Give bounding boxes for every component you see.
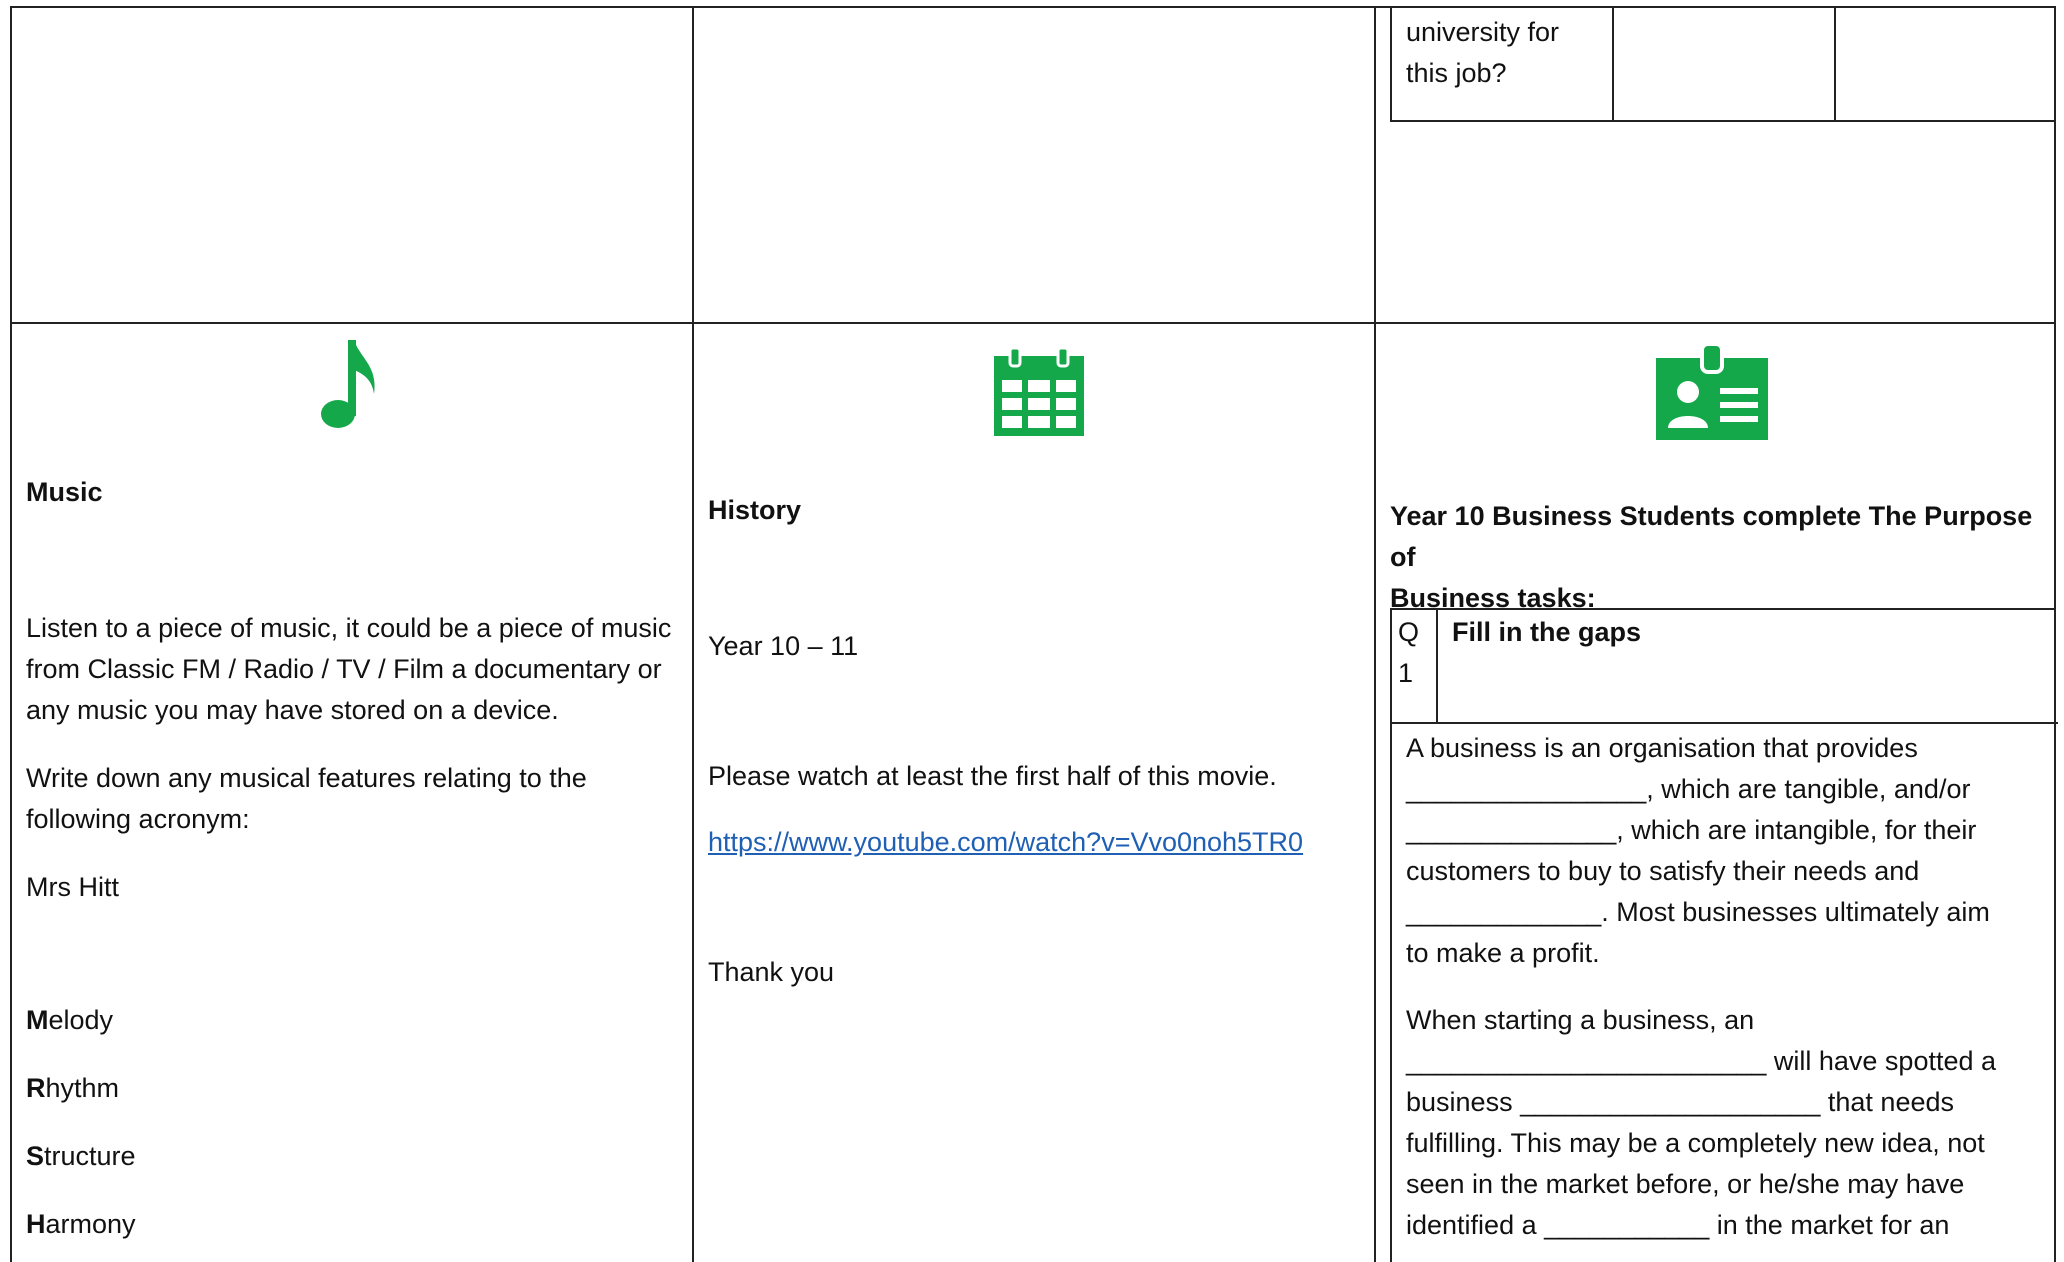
acronym-letter: H — [26, 1209, 46, 1239]
task-title: Fill in the gaps — [1452, 617, 1642, 647]
calendar-icon — [994, 346, 1084, 436]
careers-question-cell: university for this job? — [1392, 8, 1614, 120]
acronym-word: tructure — [44, 1141, 136, 1171]
business-heading-line: Year 10 Business Students complete The P… — [1390, 501, 2033, 572]
music-title: Music — [26, 477, 103, 507]
music-cell: Music Listen to a piece of music, it cou… — [12, 324, 694, 1262]
acronym-letter: R — [26, 1073, 46, 1103]
music-instruction-line: from Classic FM / Radio / TV / Film a do… — [26, 654, 662, 684]
careers-answer-cell[interactable] — [1836, 8, 2056, 120]
document-page: university for this job? Music Listen to… — [0, 0, 2064, 1262]
top-left-cell — [12, 8, 694, 324]
acronym-item: Rhythm — [26, 1068, 676, 1109]
careers-answer-cell[interactable] — [1614, 8, 1836, 120]
music-instruction-line: following acronym: — [26, 804, 250, 834]
fill-gaps-line: _____________. Most businesses ultimatel… — [1406, 897, 1990, 927]
history-instruction: Please watch at least the first half of … — [708, 761, 1277, 791]
fill-gaps-line: ________________________ will have spott… — [1406, 1046, 1997, 1076]
careers-inner-table: university for this job? — [1390, 8, 2056, 122]
music-instructions: Listen to a piece of music, it could be … — [26, 608, 676, 908]
fill-gaps-paragraph: A business is an organisation that provi… — [1406, 728, 2044, 974]
acronym-letter: S — [26, 1141, 45, 1171]
music-instruction-line: Listen to a piece of music, it could be … — [26, 613, 672, 643]
careers-question-line: this job? — [1406, 58, 1507, 88]
business-task-table: Q 1 Fill in the gaps A business is an or… — [1390, 608, 2058, 1262]
fill-gaps-text[interactable]: A business is an organisation that provi… — [1392, 724, 2058, 1250]
activity-table: university for this job? Music Listen to… — [10, 6, 2058, 1262]
history-thanks: Thank you — [708, 957, 835, 987]
music-acronym-list: Melody Rhythm Structure Harmony — [26, 1000, 676, 1262]
acronym-word: hythm — [45, 1073, 120, 1103]
question-number-cell: Q 1 — [1392, 610, 1438, 724]
music-teacher-name: Mrs Hitt — [26, 872, 119, 902]
acronym-word: armony — [45, 1209, 136, 1239]
business-heading: Year 10 Business Students complete The P… — [1390, 496, 2050, 619]
id-badge-icon — [1656, 344, 1768, 440]
history-cell: History Year 10 – 11 Please watch at lea… — [694, 324, 1376, 1262]
fill-gaps-line: A business is an organisation that provi… — [1406, 733, 1918, 763]
top-right-cell: university for this job? — [1376, 8, 2056, 324]
business-cell: Year 10 Business Students complete The P… — [1376, 324, 2058, 1262]
acronym-letter: M — [26, 1005, 49, 1035]
top-middle-cell — [694, 8, 1376, 324]
history-video-link[interactable]: https://www.youtube.com/watch?v=Vvo0noh5… — [708, 822, 1358, 863]
acronym-word: elody — [48, 1005, 114, 1035]
fill-gaps-paragraph: When starting a business, an ___________… — [1406, 1000, 2044, 1246]
fill-gaps-line: fulfilling. This may be a completely new… — [1406, 1128, 1985, 1158]
music-instruction-line: Write down any musical features relating… — [26, 763, 587, 793]
fill-gaps-line: ______________, which are intangible, fo… — [1406, 815, 1977, 845]
music-instruction-line: any music you may have stored on a devic… — [26, 695, 559, 725]
fill-gaps-line: When starting a business, an — [1406, 1005, 1755, 1035]
fill-gaps-line: customers to buy to satisfy their needs … — [1406, 856, 1920, 886]
acronym-item: Harmony — [26, 1204, 676, 1245]
fill-gaps-line: to make a profit. — [1406, 938, 1600, 968]
question-number: Q — [1398, 617, 1420, 647]
task-title-cell: Fill in the gaps — [1438, 610, 2058, 724]
fill-gaps-line: business ____________________ that needs — [1406, 1087, 1954, 1117]
history-title: History — [708, 495, 802, 525]
question-number: 1 — [1398, 658, 1414, 688]
history-year: Year 10 – 11 — [708, 631, 859, 661]
acronym-item: Structure — [26, 1136, 676, 1177]
fill-gaps-line: seen in the market before, or he/she may… — [1406, 1169, 1965, 1199]
fill-gaps-line: identified a ___________ in the market f… — [1406, 1210, 1950, 1240]
careers-question-line: university for — [1406, 17, 1560, 47]
music-note-icon — [321, 340, 375, 428]
fill-gaps-line: ________________, which are tangible, an… — [1406, 774, 1971, 804]
acronym-item: Melody — [26, 1000, 676, 1041]
